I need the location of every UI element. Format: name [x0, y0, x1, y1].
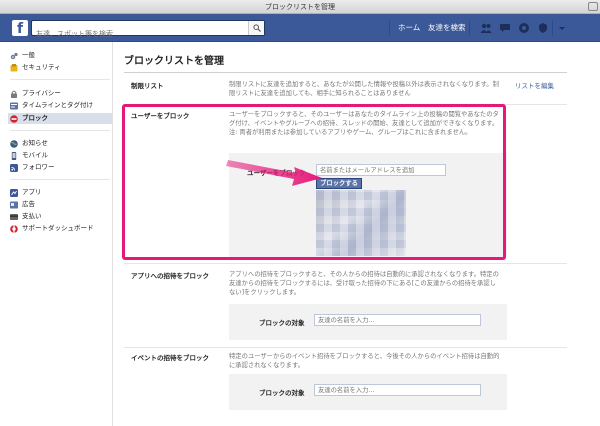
app-invites-panel: ブロックの対象 [229, 304, 507, 340]
restricted-list-label: 制限リスト [131, 82, 164, 90]
restricted-list-description: 制限リストに友達を追加すると、あなたが公開した情報や投稿以外は表示されなくなりま… [229, 81, 499, 97]
sidebar-item-blocking[interactable]: ブロック [8, 113, 112, 124]
sidebar-item-label: 一般 [22, 51, 35, 59]
divider [124, 347, 567, 348]
sidebar-item-timeline-tagging[interactable]: タイムラインとタグ付け [10, 100, 110, 111]
sidebar-item-apps[interactable]: アプリ [10, 187, 110, 198]
nav-separator [389, 20, 390, 36]
sidebar-item-label: お知らせ [22, 139, 48, 147]
window-title: ブロックリストを管理 [265, 3, 335, 11]
home-link[interactable]: ホーム [398, 14, 420, 42]
ads-icon [10, 201, 18, 209]
privacy-shortcuts-icon[interactable] [537, 22, 549, 34]
window-titlebar: ブロックリストを管理 [0, 0, 600, 14]
sidebar-item-notifications[interactable]: お知らせ [10, 138, 110, 149]
payments-icon [10, 214, 18, 220]
nav-separator [469, 20, 470, 36]
sidebar-item-label: サポートダッシュボード [22, 224, 94, 232]
divider [124, 72, 567, 73]
block-event-invites-input[interactable] [314, 384, 481, 396]
find-friends-link[interactable]: 友達を検索 [428, 14, 466, 42]
sidebar-item-label: ブロック [22, 114, 48, 122]
globe-icon [10, 140, 18, 148]
sidebar-divider [10, 179, 110, 180]
settings-sidebar: 一般 セキュリティ プライバシー タイムラインとタグ付け ブロック お知らせ モ… [0, 42, 112, 426]
notifications-icon[interactable] [518, 22, 530, 34]
timeline-icon [10, 102, 18, 110]
sidebar-item-security[interactable]: セキュリティ [10, 62, 110, 73]
sidebar-divider [10, 79, 110, 80]
annotation-arrow-icon [226, 160, 322, 186]
nav-separator [552, 20, 553, 36]
sidebar-item-label: モバイル [22, 151, 48, 159]
facebook-logo-icon[interactable]: f [12, 20, 28, 37]
account-menu-chevron-down-icon[interactable] [556, 22, 568, 34]
apps-icon [10, 189, 18, 197]
block-app-invites-field-label: ブロックの対象 [259, 319, 305, 327]
sidebar-item-general[interactable]: 一般 [10, 50, 110, 61]
sidebar-item-label: タイムラインとタグ付け [22, 101, 94, 109]
gear-icon [10, 52, 18, 60]
block-event-invites-field-label: ブロックの対象 [259, 389, 305, 397]
edit-list-link[interactable]: リストを編集 [515, 80, 554, 90]
block-app-invites-input[interactable] [314, 314, 481, 326]
fullscreen-icon[interactable] [588, 2, 598, 11]
sidebar-item-support-dashboard[interactable]: サポートダッシュボード [10, 223, 110, 234]
block-event-invites-description: 特定のユーザーからのイベント招待をブロックすると、今後その人からのイベント招待は… [229, 353, 500, 369]
sidebar-item-label: 支払い [22, 212, 42, 220]
search-input[interactable] [32, 27, 242, 41]
friend-requests-icon[interactable] [480, 22, 492, 34]
block-app-invites-label: アプリへの招待をブロック [131, 272, 209, 280]
sidebar-item-privacy[interactable]: プライバシー [10, 88, 110, 99]
page-scroll-area [574, 42, 600, 426]
sidebar-item-ads[interactable]: 広告 [10, 199, 110, 210]
block-event-invites-label: イベントの招待をブロック [131, 354, 209, 362]
event-invites-panel: ブロックの対象 [229, 374, 507, 410]
sidebar-item-label: セキュリティ [22, 63, 61, 71]
lifebuoy-icon [10, 225, 18, 233]
shield-icon [10, 64, 18, 72]
messages-icon[interactable] [499, 22, 511, 34]
search-box [31, 20, 265, 41]
sidebar-divider [10, 130, 110, 131]
block-icon [10, 115, 18, 123]
mobile-icon [11, 152, 17, 160]
sidebar-item-mobile[interactable]: モバイル [10, 150, 110, 161]
sidebar-item-label: 広告 [22, 200, 35, 208]
sidebar-item-label: フォロワー [22, 163, 55, 171]
browser-window: ブロックリストを管理 f ホーム 友達を検索 一般 セキュリティ プライバシー [0, 0, 600, 426]
sidebar-item-followers[interactable]: フォロワー [10, 162, 110, 173]
page-title: ブロックリストを管理 [124, 56, 224, 67]
block-app-invites-description: アプリへの招待をブロックすると、その人からの招待は自動的に承認されなくなります。… [229, 271, 499, 296]
lock-icon [11, 90, 17, 98]
rss-icon [10, 164, 18, 172]
divider [124, 263, 567, 264]
sidebar-item-label: プライバシー [22, 89, 61, 97]
sidebar-item-label: アプリ [22, 188, 42, 196]
search-icon [253, 24, 261, 32]
search-button[interactable] [248, 21, 264, 35]
sidebar-item-payments[interactable]: 支払い [10, 211, 110, 222]
